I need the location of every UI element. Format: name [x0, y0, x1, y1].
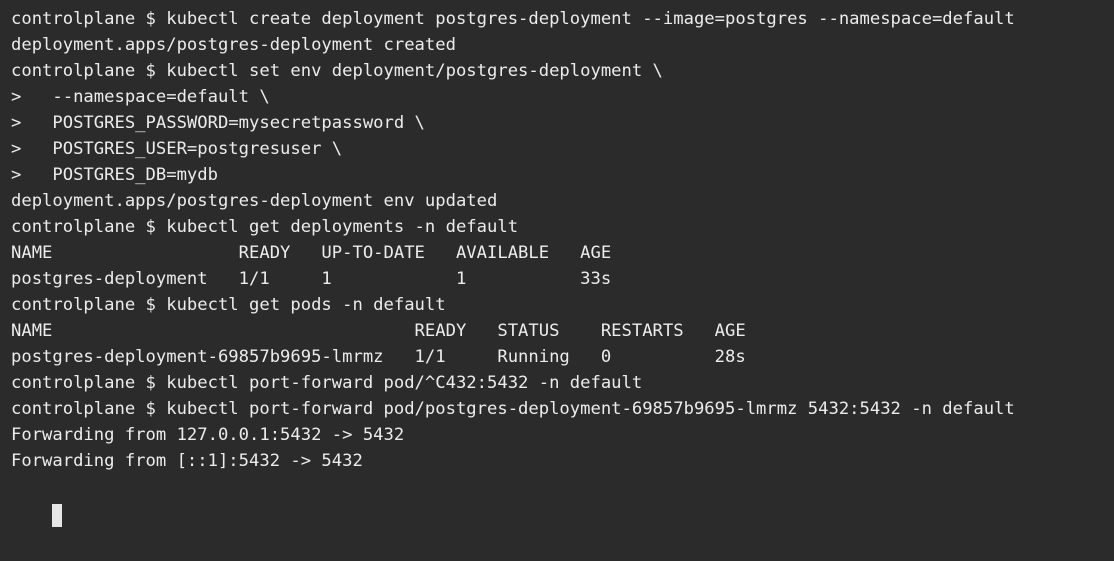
terminal-line: controlplane $ kubectl port-forward pod/… [11, 399, 1015, 419]
terminal-line: controlplane $ kubectl get pods -n defau… [11, 295, 446, 315]
cursor-block [52, 504, 63, 527]
terminal-line: > --namespace=default \ [11, 87, 270, 107]
terminal-line: Forwarding from 127.0.0.1:5432 -> 5432 [11, 425, 405, 445]
terminal-line: controlplane $ kubectl create deployment… [11, 9, 1015, 29]
terminal-line: > POSTGRES_DB=mydb [11, 165, 218, 185]
table-header: NAME READY UP-TO-DATE AVAILABLE AGE [11, 243, 612, 263]
terminal-line: deployment.apps/postgres-deployment env … [11, 191, 498, 211]
terminal-line: controlplane $ kubectl port-forward pod/… [11, 373, 643, 393]
terminal-line: controlplane $ kubectl get deployments -… [11, 217, 519, 237]
table-row: postgres-deployment 1/1 1 1 33s [11, 269, 612, 289]
terminal-window[interactable]: controlplane $ kubectl create deployment… [0, 0, 1114, 527]
table-row: postgres-deployment-69857b9695-lmrmz 1/1… [11, 347, 746, 367]
terminal-line: > POSTGRES_USER=postgresuser \ [11, 139, 343, 159]
terminal-line: > POSTGRES_PASSWORD=mysecretpassword \ [11, 113, 425, 133]
terminal-line: Forwarding from [::1]:5432 -> 5432 [11, 451, 363, 471]
terminal-line: deployment.apps/postgres-deployment crea… [11, 35, 456, 55]
table-header: NAME READY STATUS RESTARTS AGE [11, 321, 746, 341]
terminal-line: controlplane $ kubectl set env deploymen… [11, 61, 663, 81]
prompt-line[interactable] [11, 474, 1114, 527]
